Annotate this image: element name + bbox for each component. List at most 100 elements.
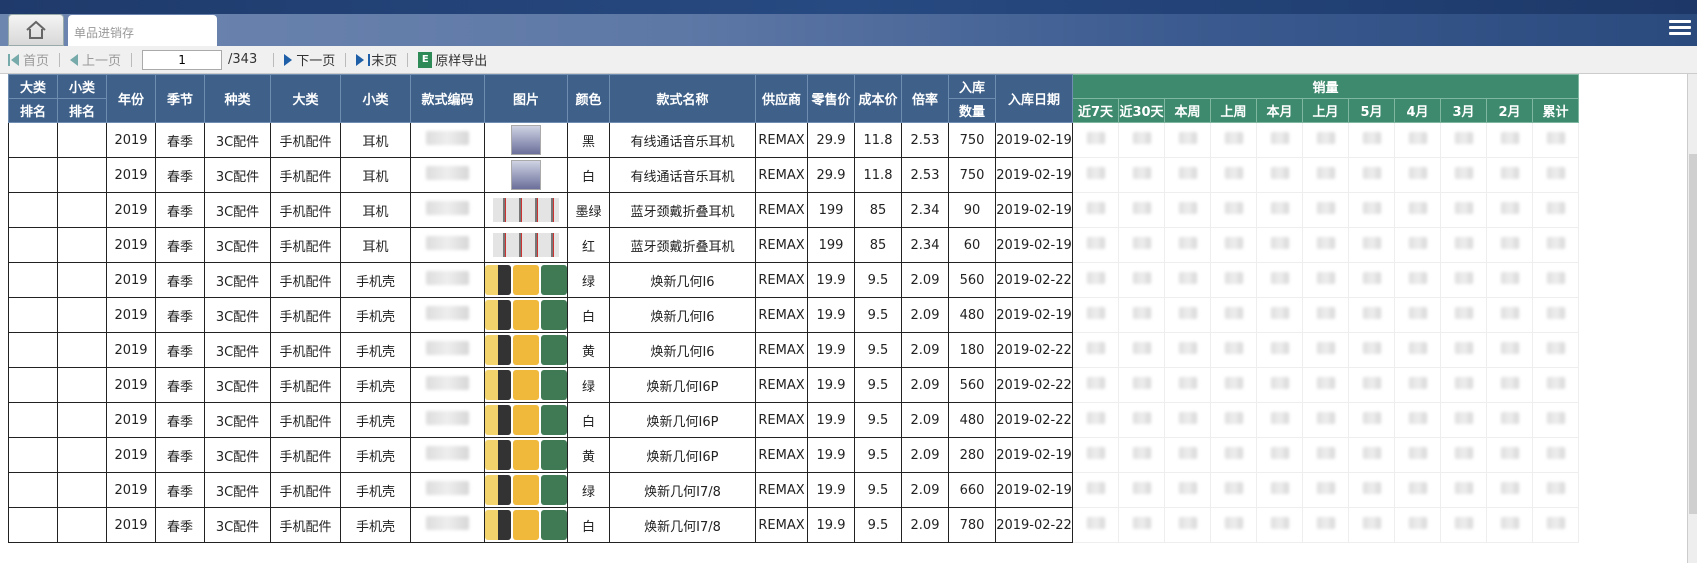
header-small-category[interactable]: 小类 [340,74,411,123]
header-stock-qty[interactable]: 入库 [948,74,996,99]
cell-sales [1072,402,1119,438]
cell-sales [1486,367,1533,403]
cell-sales [1210,297,1257,333]
header-retail-price[interactable]: 零售价 [807,74,855,123]
first-page-button[interactable]: 首页 [8,50,49,69]
cell-qty: 90 [948,192,996,228]
cell-sales [1440,227,1487,263]
table-row[interactable]: 2019 春季 3C配件 手机配件 手机壳 黄焕新几何I6 REMAX 19.9 9.5 2.09… [8,332,1579,368]
vertical-scrollbar[interactable] [1687,74,1697,563]
cell-big-rank [8,437,58,473]
cell-supplier: REMAX [755,437,808,473]
cell-sales [1440,367,1487,403]
cell-sales [1302,192,1349,228]
cell-big-rank [8,157,58,193]
export-button[interactable]: E 原样导出 [418,50,487,69]
header-supplier[interactable]: 供应商 [755,74,808,123]
last-page-button[interactable]: 末页 [356,50,397,69]
cell-season: 春季 [155,472,205,508]
cell-year: 2019 [106,297,156,333]
table-row[interactable]: 2019 春季 3C配件 手机配件 手机壳 绿焕新几何I7/8 REMAX 19.9 9.5 2.… [8,472,1579,508]
header-cost-price[interactable]: 成本价 [854,74,902,123]
cell-season: 春季 [155,192,205,228]
header-sales-col[interactable]: 近7天 [1072,98,1119,123]
header-sales-col[interactable]: 上月 [1302,98,1349,123]
page-total: /343 [228,52,258,67]
header-style-name[interactable]: 款式名称 [609,74,756,123]
header-style-code[interactable]: 款式编码 [410,74,485,123]
cell-style-name: 焕新几何I6P [609,437,756,473]
cell-small-rank [57,262,107,298]
cell-kind: 3C配件 [204,437,271,473]
table-row[interactable]: 2019 春季 3C配件 手机配件 手机壳 黄焕新几何I6P REMAX 19.9 9.5 2.0… [8,437,1579,473]
table-row[interactable]: 2019 春季 3C配件 手机配件 耳机 黑有线通话音乐耳机 REMAX 29.9 11.8 2.… [8,122,1579,158]
hamburger-menu-icon[interactable] [1669,20,1691,38]
header-sales-col[interactable]: 5月 [1348,98,1395,123]
home-button[interactable] [8,14,64,46]
header-sales-col[interactable]: 累计 [1532,98,1579,123]
scrollbar-thumb[interactable] [1689,154,1697,514]
cell-kind: 3C配件 [204,262,271,298]
header-sales-col[interactable]: 3月 [1440,98,1487,123]
cell-sales [1532,402,1579,438]
cell-sales [1532,437,1579,473]
header-ratio[interactable]: 倍率 [901,74,949,123]
table-row[interactable]: 2019 春季 3C配件 手机配件 耳机 墨绿 蓝牙颈戴折叠耳机 REMAX 199 85 2.34… [8,192,1579,228]
header-stock-date[interactable]: 入库日期 [995,74,1073,123]
table-row[interactable]: 2019 春季 3C配件 手机配件 手机壳 白焕新几何I7/8 REMAX 19.9 9.5 2.… [8,507,1579,543]
header-sales-col[interactable]: 4月 [1394,98,1441,123]
next-page-button[interactable]: 下一页 [284,50,335,69]
cell-small: 手机壳 [340,402,411,438]
table-row[interactable]: 2019 春季 3C配件 手机配件 耳机 白有线通话音乐耳机 REMAX 29.9 11.8 2.… [8,157,1579,193]
header-stock-qty-sub: 数量 [948,98,996,123]
cell-sales [1486,507,1533,543]
cell-color: 绿 [567,262,610,298]
cell-date: 2019-02-19 [995,122,1073,158]
cell-date: 2019-02-22 [995,332,1073,368]
table-row[interactable]: 2019 春季 3C配件 手机配件 手机壳 绿焕新几何I6 REMAX 19.9 9.5 2.09… [8,262,1579,298]
cell-style-name: 有线通话音乐耳机 [609,157,756,193]
cell-qty: 660 [948,472,996,508]
cell-ratio: 2.09 [901,437,949,473]
cell-ratio: 2.09 [901,472,949,508]
cell-sales [1302,402,1349,438]
cell-qty: 780 [948,507,996,543]
cell-sales [1210,262,1257,298]
page-number-input[interactable] [142,49,223,70]
cell-kind: 3C配件 [204,332,271,368]
header-big-rank-sub: 排名 [8,98,58,123]
cell-sales [1394,192,1441,228]
last-page-icon [356,53,365,66]
next-page-icon [284,53,293,66]
cell-small: 手机壳 [340,507,411,543]
cell-sales [1256,507,1303,543]
table-row[interactable]: 2019 春季 3C配件 手机配件 手机壳 绿焕新几何I6P REMAX 19.9 9.5 2.0… [8,367,1579,403]
cell-season: 春季 [155,297,205,333]
cell-season: 春季 [155,332,205,368]
cell-small-rank [57,437,107,473]
prev-page-button[interactable]: 上一页 [70,50,121,69]
cell-style-code [410,437,485,473]
cell-retail: 19.9 [807,402,855,438]
header-big-category[interactable]: 大类 [270,74,341,123]
cell-sales [1164,332,1211,368]
header-sales-col[interactable]: 近30天 [1118,98,1165,123]
cell-sales [1348,367,1395,403]
header-sales-col[interactable]: 本周 [1164,98,1211,123]
table-row[interactable]: 2019 春季 3C配件 手机配件 手机壳 白焕新几何I6P REMAX 19.9 9.5 2.0… [8,402,1579,438]
header-sales-col[interactable]: 2月 [1486,98,1533,123]
header-season[interactable]: 季节 [155,74,205,123]
header-color[interactable]: 颜色 [567,74,610,123]
cell-small-rank [57,122,107,158]
table-row[interactable]: 2019 春季 3C配件 手机配件 手机壳 白焕新几何I6 REMAX 19.9 9.5 2.09… [8,297,1579,333]
cell-season: 春季 [155,262,205,298]
tab-sales-inventory[interactable]: 单品进销存 [68,15,217,46]
table-row[interactable]: 2019 春季 3C配件 手机配件 耳机 红蓝牙颈戴折叠耳机 REMAX 199 85 2.34 6… [8,227,1579,263]
header-picture: 图片 [484,74,568,123]
header-sales-col[interactable]: 上周 [1210,98,1257,123]
header-sales-col[interactable]: 本月 [1256,98,1303,123]
pager-toolbar: 首页 上一页 /343 下一页 末页 E原样导出 [0,46,1697,74]
header-kind[interactable]: 种类 [204,74,271,123]
header-year[interactable]: 年份 [106,74,156,123]
cell-ratio: 2.09 [901,262,949,298]
